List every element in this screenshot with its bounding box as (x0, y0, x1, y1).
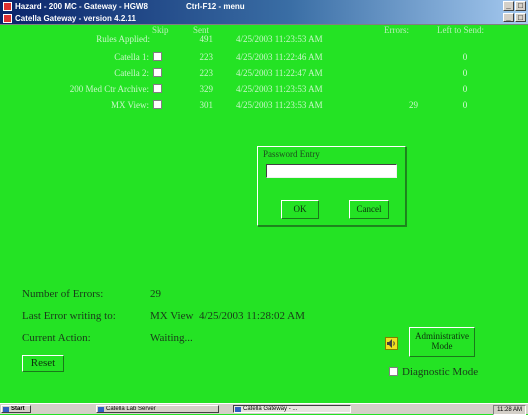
cancel-button[interactable]: Cancel (349, 200, 389, 219)
taskbar-item[interactable]: Catella Gateway - ... (233, 405, 351, 413)
row-sent: 329 (199, 84, 214, 94)
current-action-value: Waiting... (150, 332, 193, 344)
app-icon (3, 2, 12, 11)
row-sent: 223 (199, 68, 214, 78)
skip-checkbox-mx-view[interactable] (153, 100, 162, 109)
row-errors: 29 (409, 100, 418, 110)
start-button[interactable]: Start (1, 405, 31, 413)
row-left-to-send: 0 (462, 84, 468, 94)
skip-checkbox-catella-2[interactable] (153, 68, 162, 77)
diagnostic-mode-label: Diagnostic Mode (402, 366, 479, 378)
taskbar: Start Catella Lab Server Catella Gateway… (0, 403, 528, 415)
app-icon (3, 14, 12, 23)
row-left-to-send: 0 (462, 100, 468, 110)
ok-button[interactable]: OK (281, 200, 319, 219)
minimize-button[interactable]: _ (503, 1, 514, 11)
row-left-to-send: 0 (462, 52, 468, 62)
errors-header: Errors: (384, 25, 409, 35)
row-label: Catella 1: (114, 52, 149, 62)
row-date: 4/25/2003 11:22:46 AM (236, 52, 323, 62)
skip-checkbox-archive[interactable] (153, 84, 162, 93)
inner-maximize-button[interactable]: □ (515, 13, 526, 22)
last-error-value: MX View 4/25/2003 11:28:02 AM (150, 310, 305, 322)
left-to-send-header: Left to Send: (437, 25, 484, 35)
diagnostic-mode-checkbox[interactable] (389, 367, 398, 376)
skip-checkbox-catella-1[interactable] (153, 52, 162, 61)
row-left-to-send: 0 (462, 68, 468, 78)
admin-button-line1: Administrative (415, 331, 469, 341)
maximize-button[interactable]: □ (515, 1, 526, 11)
errors-count-label: Number of Errors: (22, 288, 104, 300)
row-label: 200 Med Ctr Archive: (69, 84, 149, 94)
outer-titlebar: Hazard - 200 MC - Gateway - HGW8 Ctrl-F1… (0, 0, 528, 13)
row-date: 4/25/2003 11:23:53 AM (236, 84, 323, 94)
skip-header: Skip (152, 25, 169, 35)
errors-count-value: 29 (150, 288, 161, 300)
password-dialog: Password Entry OK Cancel (257, 146, 406, 226)
reset-button[interactable]: Reset (22, 355, 64, 372)
admin-button-line2: Mode (431, 341, 453, 351)
password-dialog-title: Password Entry (263, 149, 320, 159)
row-label: Catella 2: (114, 68, 149, 78)
rules-applied-sent: 491 (199, 34, 214, 44)
row-date: 4/25/2003 11:22:47 AM (236, 68, 323, 78)
inner-minimize-button[interactable]: _ (503, 13, 514, 22)
row-sent: 223 (199, 52, 214, 62)
outer-menu-hint: Ctrl-F12 - menu (186, 2, 245, 11)
row-date: 4/25/2003 11:23:53 AM (236, 100, 323, 110)
windows-flag-icon (3, 407, 9, 412)
row-sent: 301 (199, 100, 214, 110)
password-input[interactable] (266, 164, 397, 178)
speaker-icon[interactable] (385, 337, 398, 350)
inner-window-title: Catella Gateway - version 4.2.11 (15, 14, 136, 23)
taskbar-item[interactable]: Catella Lab Server (96, 405, 219, 413)
current-action-label: Current Action: (22, 332, 91, 344)
outer-window-title: Hazard - 200 MC - Gateway - HGW8 (15, 2, 148, 11)
administrative-mode-button[interactable]: Administrative Mode (409, 327, 475, 357)
rules-applied-date: 4/25/2003 11:23:53 AM (236, 34, 323, 44)
system-clock: 11:28 AM (493, 405, 526, 415)
inner-titlebar: Catella Gateway - version 4.2.11 _ □ (0, 13, 528, 25)
last-error-label: Last Error writing to: (22, 310, 116, 322)
rules-applied-label: Rules Applied: (96, 34, 150, 44)
row-label: MX View: (110, 100, 149, 110)
